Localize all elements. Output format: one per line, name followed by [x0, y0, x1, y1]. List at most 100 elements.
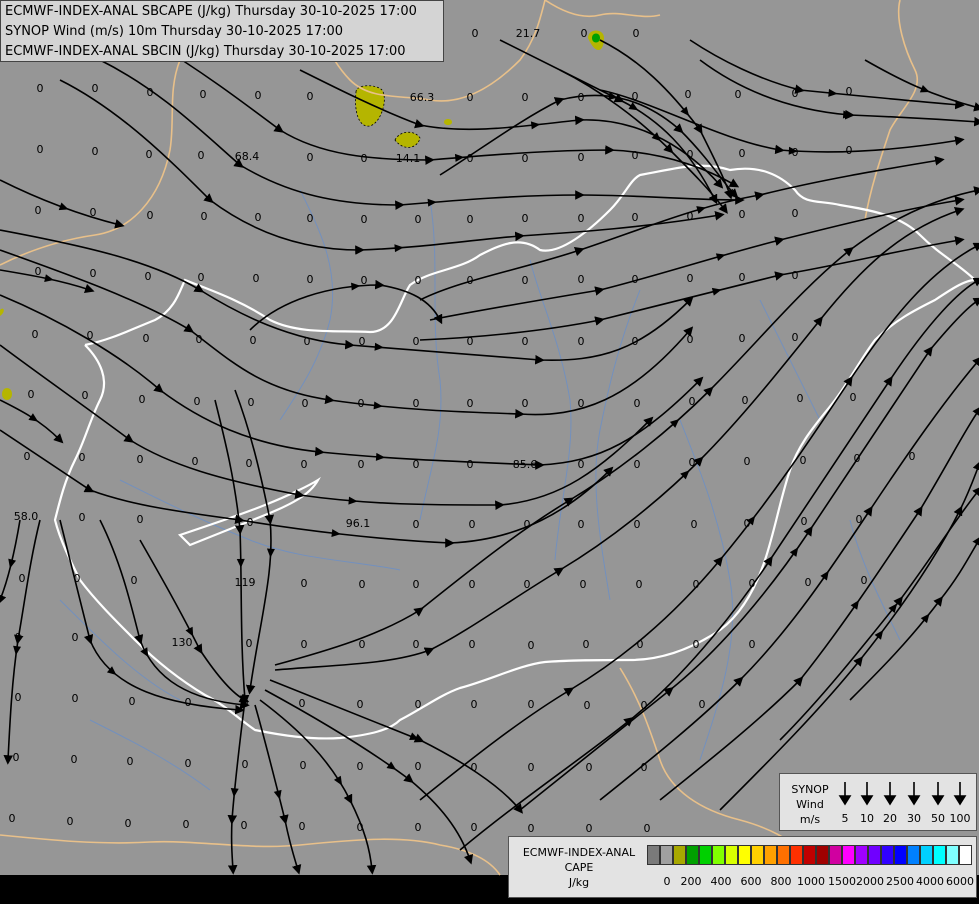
station-value-label: 0 [687, 333, 694, 346]
station-value-label: 0 [583, 638, 590, 651]
station-value-label: 0 [147, 209, 154, 222]
station-value-label: 0 [522, 212, 529, 225]
station-value-label: 0 [413, 518, 420, 531]
station-value-label: 0 [90, 206, 97, 219]
station-value-label: 0 [528, 761, 535, 774]
station-value-label: 0 [467, 274, 474, 287]
station-value-label: 0 [359, 335, 366, 348]
title-line-cin: ECMWF-INDEX-ANAL SBCIN (J/kg) Thursday 3… [5, 44, 406, 59]
arrow-down-icon [953, 795, 967, 806]
station-value-label: 0 [632, 211, 639, 224]
station-value-label: 0 [805, 576, 812, 589]
station-value-label: 0 [578, 151, 585, 164]
station-value-label: 0 [850, 391, 857, 404]
station-value-label: 0 [578, 518, 585, 531]
station-value-label: 0 [687, 210, 694, 223]
station-value-label: 0 [469, 638, 476, 651]
arrow-down-icon [838, 795, 852, 806]
station-value-label: 0 [247, 516, 254, 529]
station-value-label: 0 [35, 204, 42, 217]
station-value-label: 0 [35, 265, 42, 278]
cape-color-swatch [803, 845, 816, 865]
station-value-label: 0 [137, 513, 144, 526]
station-value-label: 0 [196, 333, 203, 346]
station-value-label: 0 [415, 821, 422, 834]
station-value-label: 0 [689, 456, 696, 469]
station-value-label: 0 [524, 518, 531, 531]
station-value-label: 0 [198, 271, 205, 284]
station-value-label: 0 [524, 578, 531, 591]
weather-map[interactable]: 0 0 0 0 0 0 66.3 0 0 0 0 0 0 0 0 0 0 0 0 68.4 0 0 14.1 0 0 0 0 0 0 0 0… [0, 0, 979, 900]
station-value-label: 0 [37, 143, 44, 156]
station-value-label: 0 [471, 698, 478, 711]
station-value-label: 0 [739, 208, 746, 221]
cape-color-swatch [907, 845, 920, 865]
station-value-label: 0 [357, 698, 364, 711]
station-value-label: 0 [146, 148, 153, 161]
station-value-label: 0 [301, 638, 308, 651]
station-value-label: 0 [129, 695, 136, 708]
station-value-label: 0 [739, 147, 746, 160]
station-value-label: 0 [255, 89, 262, 102]
station-value-label: 0 [792, 146, 799, 159]
station-value-label: 0 [739, 332, 746, 345]
station-value-label: 0 [125, 817, 132, 830]
station-value-label: 0 [28, 388, 35, 401]
station-value-label: 0 [467, 213, 474, 226]
cape-color-swatch [751, 845, 764, 865]
station-value-label: 0 [522, 152, 529, 165]
synop-label-line: Wind [796, 798, 824, 811]
station-value-label: 0 [633, 27, 640, 40]
station-value-label: 0 [415, 760, 422, 773]
station-value-label: 0 [415, 213, 422, 226]
station-value-label: 0 [185, 696, 192, 709]
station-value-label: 0 [361, 152, 368, 165]
synop-speed-label: 20 [883, 812, 897, 825]
station-value-label: 0 [253, 272, 260, 285]
cape-color-swatch [712, 845, 725, 865]
station-value-label: 0 [127, 755, 134, 768]
station-value-label: 0 [584, 699, 591, 712]
station-value-label: 0 [467, 152, 474, 165]
cape-color-swatch [738, 845, 751, 865]
station-value-label: 0 [198, 149, 205, 162]
station-value-label: 0 [24, 450, 31, 463]
station-value-label: 0 [358, 458, 365, 471]
station-value-label: 0 [467, 397, 474, 410]
station-value-label: 0 [92, 82, 99, 95]
station-value-label: 0 [854, 452, 861, 465]
cape-color-swatch [933, 845, 946, 865]
station-value-label: 0 [241, 819, 248, 832]
station-value-label: 0 [32, 328, 39, 341]
cape-color-swatch [855, 845, 868, 865]
station-value-label: 0 [248, 396, 255, 409]
cape-color-swatch [946, 845, 959, 865]
station-value-label: 0 [307, 90, 314, 103]
arrow-down-icon [931, 795, 945, 806]
station-value-label: 0 [685, 88, 692, 101]
station-value-label: 0 [634, 458, 641, 471]
station-value-label: 0 [522, 274, 529, 287]
station-value-label: 0 [578, 212, 585, 225]
station-value-label: 0 [74, 572, 81, 585]
station-value-label: 0 [92, 145, 99, 158]
station-value-label: 0 [586, 822, 593, 835]
station-value-label: 0 [82, 389, 89, 402]
title-line-cape: ECMWF-INDEX-ANAL SBCAPE (J/kg) Thursday … [5, 4, 417, 19]
station-value-label: 0 [242, 697, 249, 710]
station-value-label: 0 [634, 397, 641, 410]
station-value-label: 0 [749, 638, 756, 651]
station-value-label: 0 [846, 144, 853, 157]
station-value-label: 0 [528, 822, 535, 835]
cape-color-swatch [647, 845, 660, 865]
synop-label-line: SYNOP [791, 783, 829, 796]
station-value-label: 0 [302, 397, 309, 410]
station-value-label: 0 [194, 395, 201, 408]
station-value-label: 0 [909, 450, 916, 463]
station-value-label: 0 [744, 455, 751, 468]
map-viewport[interactable]: 0 0 0 0 0 0 66.3 0 0 0 0 0 0 0 0 0 0 0 0 68.4 0 0 14.1 0 0 0 0 0 0 0 0… [0, 0, 979, 900]
cape-color-swatch [673, 845, 686, 865]
station-value-label: 119 [235, 576, 256, 589]
station-value-label: 0 [143, 332, 150, 345]
cape-color-swatch [725, 845, 738, 865]
